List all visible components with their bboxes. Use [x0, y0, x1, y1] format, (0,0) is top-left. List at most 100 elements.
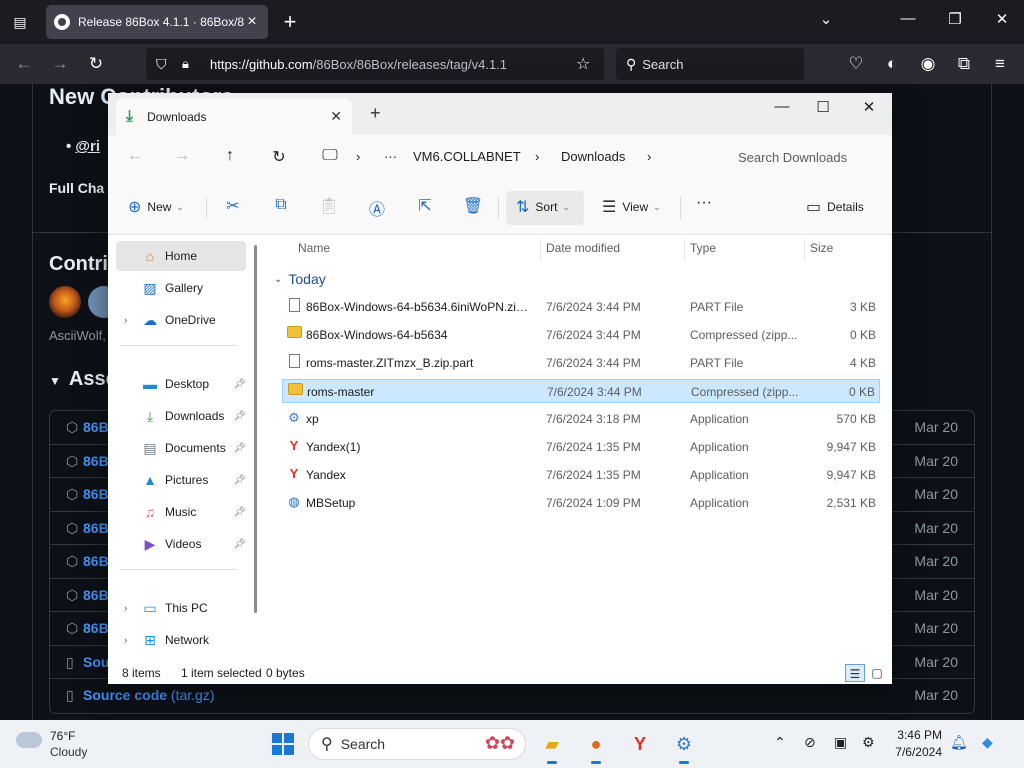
details-pane-button[interactable]: ▭ Details	[806, 197, 864, 217]
cloud-weather-icon[interactable]	[16, 732, 42, 748]
notification-bell-icon[interactable]: 🔔︎	[950, 734, 968, 751]
forward-arrow-icon[interactable]: →	[48, 52, 72, 76]
restore-window-button[interactable]: ❐	[943, 10, 967, 28]
nav-item-home[interactable]: ⌂ Home	[116, 241, 246, 271]
yandex-taskbar-icon[interactable]: Y	[626, 730, 654, 758]
pocket-icon[interactable]: ♡	[844, 52, 868, 76]
menu-hamburger-icon[interactable]: ≡	[988, 52, 1012, 76]
explorer-tab-downloads[interactable]: ⤓ Downloads ✕	[116, 98, 352, 135]
close-tab-icon[interactable]: ×	[244, 13, 260, 31]
share-icon[interactable]: ⇱	[414, 196, 436, 216]
column-header-date[interactable]: Date modified	[546, 241, 620, 255]
explorer-new-tab-button[interactable]: +	[370, 103, 381, 124]
more-options-button[interactable]: ···	[696, 194, 712, 212]
extension-circle-icon[interactable]: ◐	[880, 52, 904, 76]
copy-icon[interactable]: ⧉	[270, 196, 292, 214]
clock-date[interactable]: 7/6/2024	[890, 745, 942, 759]
details-view-icon[interactable]: ☰	[845, 664, 865, 682]
file-row-selected[interactable]: roms-master 7/6/2024 3:44 PM Compressed …	[282, 379, 880, 403]
column-header-name[interactable]: Name	[298, 241, 330, 255]
pin-icon[interactable]: 📌︎	[233, 443, 246, 454]
breadcrumb-chevron-icon[interactable]: ›	[647, 149, 651, 164]
url-text[interactable]: https://github.com/86Box/86Box/releases/…	[210, 57, 576, 72]
column-separator[interactable]	[804, 239, 805, 261]
pin-icon[interactable]: 📌︎	[233, 475, 246, 486]
up-arrow-icon[interactable]: ↑	[219, 147, 241, 165]
contributor-link[interactable]: @ri	[75, 138, 100, 155]
column-separator[interactable]	[684, 239, 685, 261]
expand-chevron-icon[interactable]: ›	[124, 603, 127, 614]
new-tab-button[interactable]: +	[278, 9, 302, 35]
list-all-tabs-icon[interactable]: ⌄	[814, 10, 838, 28]
weather-temperature[interactable]: 76°F	[50, 729, 75, 743]
file-row[interactable]: Y Yandex 7/6/2024 1:35 PM Application 9,…	[282, 463, 880, 487]
reload-icon[interactable]: ↻	[84, 52, 108, 76]
lock-icon[interactable]: 🔒︎	[182, 56, 196, 72]
browser-tab-active[interactable]: Release 86Box 4.1.1 · 86Box/86Box ×	[46, 5, 268, 39]
tab-list-icon[interactable]: ▤	[8, 10, 32, 34]
bookmark-star-icon[interactable]: ☆	[576, 54, 594, 74]
back-arrow-icon[interactable]: ←	[12, 52, 36, 76]
pin-icon[interactable]: 📌︎	[233, 539, 246, 550]
breadcrumb-downloads[interactable]: Downloads	[561, 149, 625, 164]
file-row[interactable]: roms-master.ZITmzx_B.zip.part 7/6/2024 3…	[282, 351, 880, 375]
paste-icon[interactable]: 📋︎	[318, 196, 340, 216]
weather-condition[interactable]: Cloudy	[50, 745, 87, 759]
back-arrow-icon[interactable]: ←	[124, 147, 146, 165]
pin-icon[interactable]: 📌︎	[233, 411, 246, 422]
taskbar-search-box[interactable]: ⚲ Search ✿✿	[308, 728, 526, 760]
app-taskbar-icon[interactable]: ⚙	[670, 730, 698, 764]
file-explorer-taskbar-icon[interactable]: ▰	[538, 730, 566, 764]
breadcrumb-chevron-icon[interactable]: ›	[356, 149, 360, 164]
contributor-names[interactable]: AsciiWolf,	[49, 328, 106, 343]
copilot-icon[interactable]: ◆	[982, 734, 993, 751]
network-off-icon[interactable]: ⊘	[804, 734, 816, 751]
file-row[interactable]: Y Yandex(1) 7/6/2024 1:35 PM Application…	[282, 435, 880, 459]
pin-icon[interactable]: 📌︎	[233, 507, 246, 518]
file-row[interactable]: ◍ MBSetup 7/6/2024 1:09 PM Application 2…	[282, 491, 880, 515]
nav-item-network[interactable]: › ⊞ Network	[116, 625, 246, 655]
contributor-avatar[interactable]	[49, 286, 81, 318]
group-header-today[interactable]: ⌄ Today	[274, 271, 326, 287]
breadcrumb-overflow-icon[interactable]: ···	[384, 149, 397, 164]
file-row[interactable]: 86Box-Windows-64-b5634 7/6/2024 3:44 PM …	[282, 323, 880, 347]
expand-chevron-icon[interactable]: ›	[124, 635, 127, 646]
extensions-puzzle-icon[interactable]: ⧉	[952, 52, 976, 76]
browser-search-bar[interactable]: ⚲ Search	[616, 48, 804, 80]
column-header-size[interactable]: Size	[810, 241, 833, 255]
explorer-maximize-button[interactable]: ☐	[811, 98, 835, 116]
close-tab-icon[interactable]: ✕	[330, 108, 342, 125]
tiles-view-icon[interactable]: ▢	[867, 664, 887, 682]
monitor-icon[interactable]: 🖵︎	[319, 147, 341, 165]
rename-icon[interactable]: Ⓐ	[366, 196, 388, 220]
nav-item-desktop[interactable]: ▬ Desktop 📌︎	[116, 369, 246, 399]
expand-chevron-icon[interactable]: ›	[124, 315, 127, 326]
pin-icon[interactable]: 📌︎	[233, 379, 246, 390]
explorer-minimize-button[interactable]: —	[770, 98, 794, 115]
column-separator[interactable]	[540, 239, 541, 261]
clock-time[interactable]: 3:46 PM	[890, 728, 942, 742]
sort-button[interactable]: ⇅ Sort ⌄	[516, 197, 570, 217]
column-header-type[interactable]: Type	[690, 241, 716, 255]
settings-icon[interactable]: ⚙	[862, 734, 875, 751]
nav-item-downloads[interactable]: ⤓ Downloads 📌︎	[116, 401, 246, 431]
explorer-close-button[interactable]: ✕	[857, 98, 881, 116]
close-window-button[interactable]: ✕	[990, 10, 1014, 28]
nav-item-gallery[interactable]: ▨ Gallery	[116, 273, 246, 303]
minimize-window-button[interactable]: —	[896, 10, 920, 27]
display-icon[interactable]: ▣	[834, 734, 847, 751]
tracking-shield-icon[interactable]: ⛉	[156, 56, 172, 73]
assets-heading[interactable]: ▼ Asse	[49, 368, 117, 391]
asset-row[interactable]: ▯ Source code (tar.gz) Mar 20	[50, 679, 974, 713]
view-button[interactable]: ☰ View ⌄	[602, 197, 661, 217]
show-hidden-icons-chevron-icon[interactable]: ⌃	[774, 734, 786, 751]
nav-item-documents[interactable]: ▤ Documents 📌︎	[116, 433, 246, 463]
new-button[interactable]: ⊕ New ⌄	[128, 197, 184, 217]
nav-item-pictures[interactable]: ▲ Pictures 📌︎	[116, 465, 246, 495]
nav-scrollbar[interactable]	[254, 245, 257, 613]
windows-start-icon[interactable]	[272, 733, 294, 755]
firefox-taskbar-icon[interactable]: ●	[582, 730, 610, 764]
file-row[interactable]: ⚙ xp 7/6/2024 3:18 PM Application 570 KB	[282, 407, 880, 431]
breadcrumb-chevron-icon[interactable]: ›	[535, 149, 539, 164]
nav-item-this-pc[interactable]: › ▭ This PC	[116, 593, 246, 623]
